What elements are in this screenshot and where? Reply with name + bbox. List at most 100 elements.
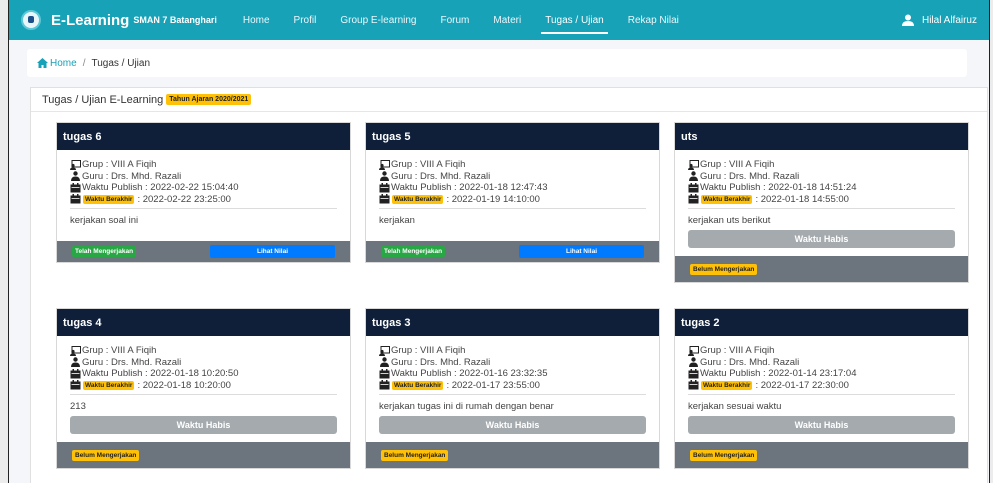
card-teacher-row: Guru : Drs. Mhd. Razali: [688, 357, 955, 369]
task-card: tugas 3 Grup : VIII A Fiqih Guru : Drs. …: [365, 308, 660, 469]
nav-item-tugas-ujian[interactable]: Tugas / Ujian: [541, 0, 608, 40]
nav-menu: Home Profil Group E-learning Forum Mater…: [231, 0, 691, 40]
task-card: tugas 2 Grup : VIII A Fiqih Guru : Drs. …: [674, 308, 969, 469]
task-card: tugas 5 Grup : VIII A Fiqih Guru : Drs. …: [365, 122, 660, 263]
card-title: uts: [675, 123, 968, 150]
card-description: kerjakan soal ini: [70, 214, 139, 226]
card-deadline-time: : 2022-01-18 10:20:00: [137, 379, 231, 391]
card-body: Grup : VIII A Fiqih Guru : Drs. Mhd. Raz…: [675, 336, 968, 434]
card-teacher: Guru : Drs. Mhd. Razali: [391, 356, 491, 368]
card-deadline-row: Waktu Berakhir: 2022-01-19 14:10:00: [379, 194, 646, 206]
card-footer: Belum Mengerjakan: [57, 442, 350, 468]
card-deadline-row: Waktu Berakhir: 2022-01-17 23:55:00: [379, 380, 646, 392]
waktu-habis-button[interactable]: Waktu Habis: [379, 416, 646, 434]
breadcrumb-home-label: Home: [50, 57, 77, 69]
card-title: tugas 5: [366, 123, 659, 150]
card-teacher: Guru : Drs. Mhd. Razali: [700, 170, 800, 182]
card-divider: [688, 208, 955, 209]
card-title: tugas 2: [675, 309, 968, 336]
card-teacher-row: Guru : Drs. Mhd. Razali: [379, 357, 646, 369]
status-badge-pending: Belum Mengerjakan: [690, 263, 758, 275]
nav-item-materi[interactable]: Materi: [493, 0, 521, 40]
card-deadline-row: Waktu Berakhir: 2022-01-18 10:20:00: [70, 380, 337, 392]
card-divider: [688, 394, 955, 395]
card-group: Grup : VIII A Fiqih: [700, 159, 775, 171]
card-title: tugas 6: [57, 123, 350, 150]
breadcrumb: Home / Tugas / Ujian: [27, 49, 967, 77]
waktu-habis-button[interactable]: Waktu Habis: [688, 230, 955, 248]
calendar-icon: [379, 194, 390, 204]
calendar-icon: [379, 368, 390, 379]
nav-item-forum[interactable]: Forum: [441, 0, 470, 40]
nav-item-group-elearning[interactable]: Group E-learning: [340, 0, 416, 40]
teacher-icon: [689, 357, 698, 368]
calendar-icon: [688, 182, 699, 193]
nav-item-profil[interactable]: Profil: [294, 0, 317, 40]
deadline-badge: Waktu Berakhir: [392, 194, 444, 204]
card-divider: [70, 208, 337, 209]
teacher-icon: [380, 171, 389, 182]
breadcrumb-current: Tugas / Ujian: [91, 57, 151, 69]
waktu-habis-button[interactable]: Waktu Habis: [70, 416, 337, 434]
lihat-nilai-button[interactable]: Lihat Nilai: [210, 245, 335, 258]
top-navbar: E-Learning SMAN 7 Batanghari Home Profil…: [9, 0, 989, 40]
nav-item-home[interactable]: Home: [243, 0, 270, 40]
card-teacher: Guru : Drs. Mhd. Razali: [82, 356, 182, 368]
brand[interactable]: E-Learning SMAN 7 Batanghari: [21, 10, 217, 30]
card-deadline-row: Waktu Berakhir: 2022-01-18 14:55:00: [688, 194, 955, 206]
card-deadline-row: Waktu Berakhir: 2022-02-22 23:25:00: [70, 194, 337, 206]
card-teacher-row: Guru : Drs. Mhd. Razali: [688, 171, 955, 183]
card-publish-time: Waktu Publish : 2022-01-14 23:17:04: [700, 368, 857, 380]
card-deadline-time: : 2022-01-19 14:10:00: [446, 193, 540, 205]
card-publish-row: Waktu Publish : 2022-01-16 23:32:35: [379, 368, 646, 380]
user-icon: [901, 14, 914, 26]
brand-subtitle: SMAN 7 Batanghari: [133, 15, 217, 25]
calendar-icon: [688, 380, 699, 390]
calendar-icon: [379, 182, 390, 193]
task-card: uts Grup : VIII A Fiqih Guru : Drs. Mhd.…: [674, 122, 969, 283]
task-card: tugas 6 Grup : VIII A Fiqih Guru : Drs. …: [56, 122, 351, 263]
breadcrumb-home-link[interactable]: Home: [37, 58, 77, 69]
card-deadline-row: Waktu Berakhir: 2022-01-17 22:30:00: [688, 380, 955, 392]
card-publish-time: Waktu Publish : 2022-01-18 10:20:50: [82, 368, 239, 380]
status-badge-pending: Belum Mengerjakan: [381, 449, 449, 461]
card-group-row: Grup : VIII A Fiqih: [70, 159, 337, 171]
home-icon: [37, 58, 48, 68]
panel-title: Tugas / Ujian E-Learning: [42, 93, 164, 106]
card-title: tugas 3: [366, 309, 659, 336]
status-badge-pending: Belum Mengerjakan: [690, 449, 758, 461]
card-footer: Telah Mengerjakan Lihat Nilai: [366, 241, 659, 262]
card-group-row: Grup : VIII A Fiqih: [688, 345, 955, 357]
calendar-icon: [70, 380, 81, 390]
card-teacher-row: Guru : Drs. Mhd. Razali: [379, 171, 646, 183]
card-group: Grup : VIII A Fiqih: [700, 345, 775, 357]
card-publish-row: Waktu Publish : 2022-01-14 23:17:04: [688, 368, 955, 380]
card-group-row: Grup : VIII A Fiqih: [70, 345, 337, 357]
card-group: Grup : VIII A Fiqih: [82, 159, 157, 171]
waktu-habis-button[interactable]: Waktu Habis: [688, 416, 955, 434]
deadline-badge: Waktu Berakhir: [83, 380, 135, 390]
nav-item-rekap-nilai[interactable]: Rekap Nilai: [628, 0, 679, 40]
card-deadline-time: : 2022-02-22 23:25:00: [137, 193, 231, 205]
user-menu[interactable]: Hilal Alfairuz: [901, 14, 977, 26]
card-publish-row: Waktu Publish : 2022-02-22 15:04:40: [70, 182, 337, 194]
card-body: Grup : VIII A Fiqih Guru : Drs. Mhd. Raz…: [57, 150, 350, 227]
card-teacher: Guru : Drs. Mhd. Razali: [700, 356, 800, 368]
card-body: Grup : VIII A Fiqih Guru : Drs. Mhd. Raz…: [57, 336, 350, 434]
user-name: Hilal Alfairuz: [921, 14, 977, 26]
lihat-nilai-button[interactable]: Lihat Nilai: [519, 245, 644, 258]
card-divider: [70, 394, 337, 395]
status-badge-done: Telah Mengerjakan: [381, 246, 446, 257]
status-badge-pending: Belum Mengerjakan: [72, 449, 140, 461]
card-publish-row: Waktu Publish : 2022-01-18 12:47:43: [379, 182, 646, 194]
calendar-icon: [688, 194, 699, 204]
calendar-icon: [688, 368, 699, 379]
card-description: kerjakan sesuai waktu: [688, 400, 782, 412]
card-body: Grup : VIII A Fiqih Guru : Drs. Mhd. Raz…: [675, 150, 968, 248]
card-publish-time: Waktu Publish : 2022-02-22 15:04:40: [82, 182, 239, 194]
card-teacher: Guru : Drs. Mhd. Razali: [391, 170, 491, 182]
status-badge-done: Telah Mengerjakan: [72, 246, 137, 257]
card-footer: Belum Mengerjakan: [675, 256, 968, 282]
card-teacher-row: Guru : Drs. Mhd. Razali: [70, 357, 337, 369]
teacher-icon: [71, 357, 80, 368]
